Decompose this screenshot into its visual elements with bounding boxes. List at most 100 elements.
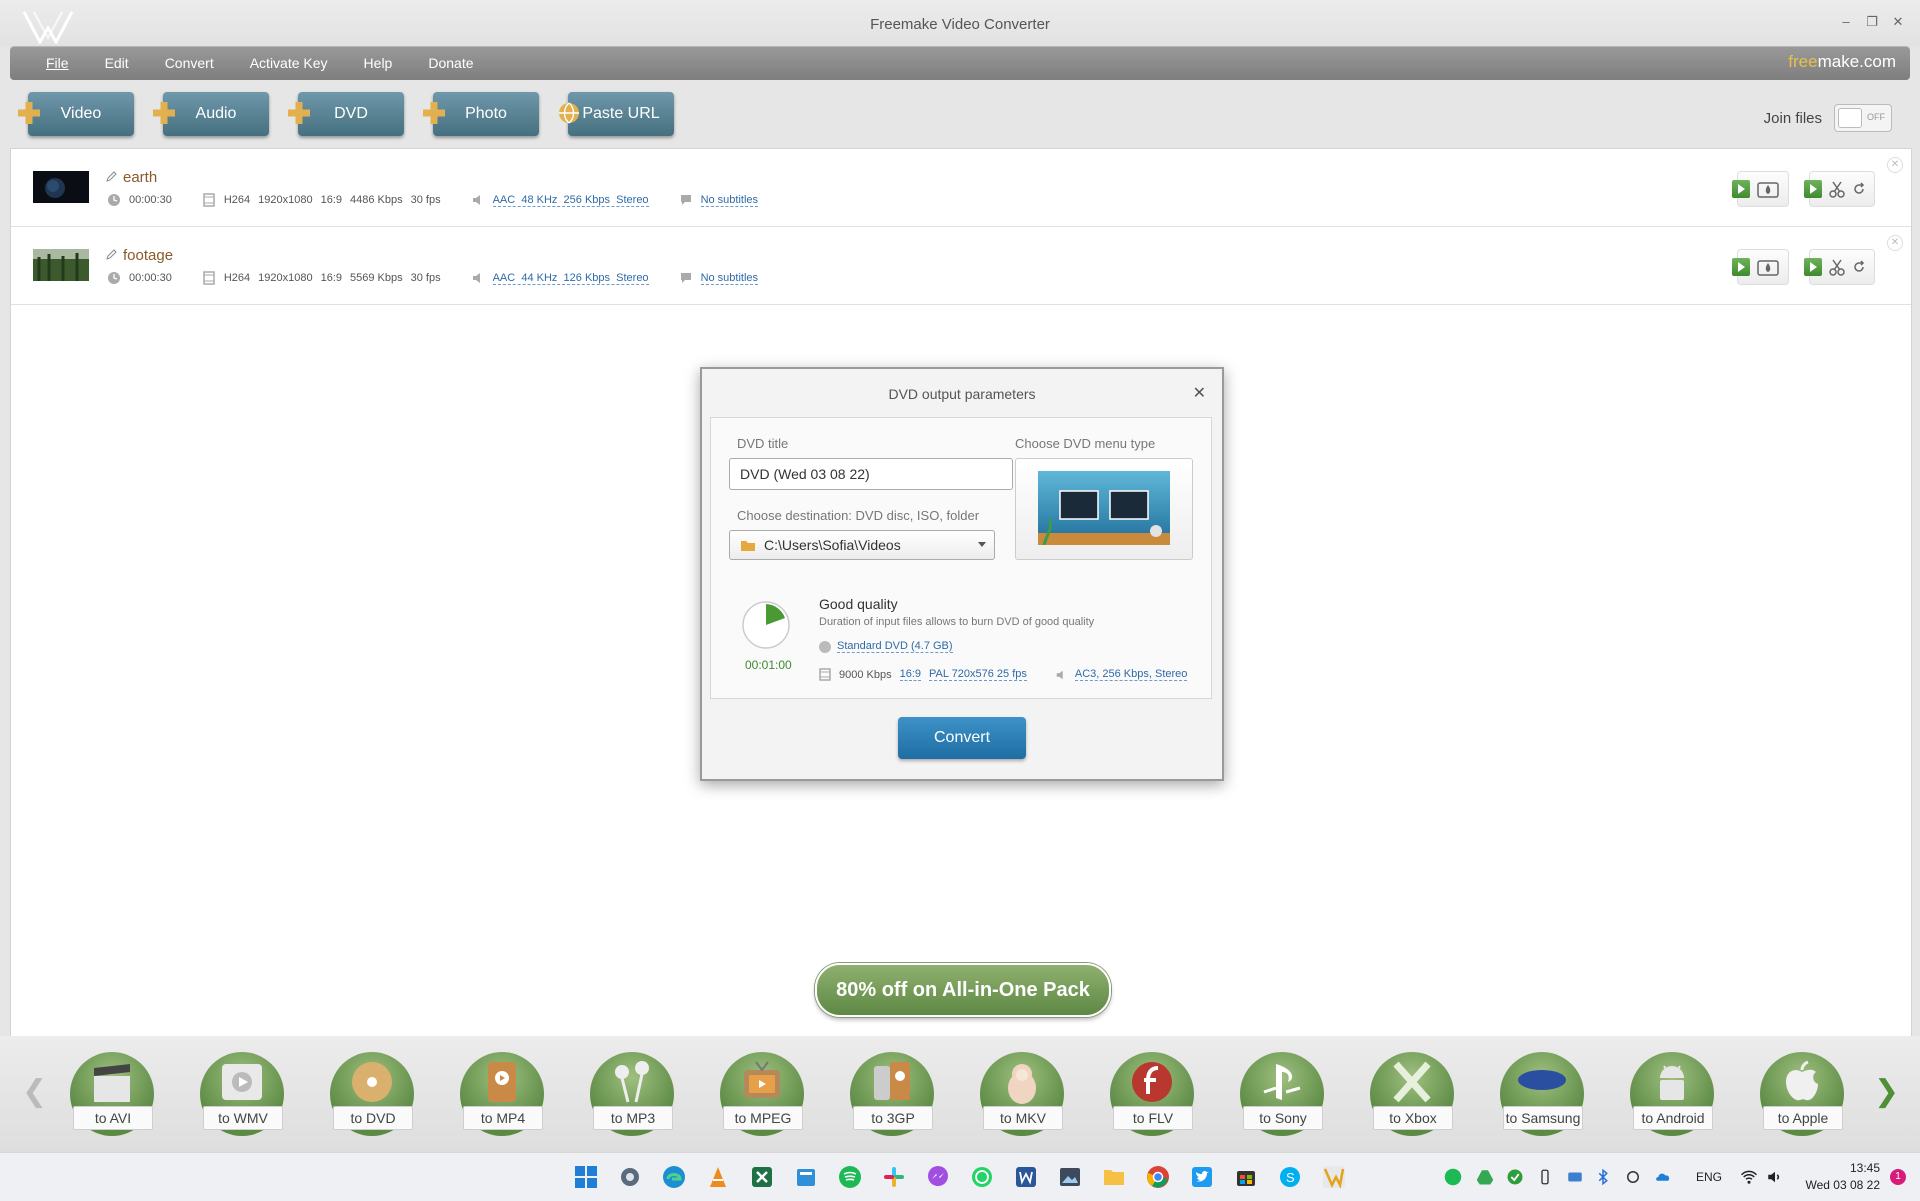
onedrive-tray-icon[interactable]: [1654, 1168, 1672, 1186]
file-name[interactable]: earth: [123, 169, 157, 186]
dialog-close-icon[interactable]: ✕: [1193, 383, 1206, 403]
image-viewer-icon[interactable]: [1058, 1165, 1082, 1189]
clock-date[interactable]: Wed 03 08 22: [1792, 1178, 1880, 1192]
chrome-icon[interactable]: [1146, 1165, 1170, 1189]
play-icon[interactable]: [1804, 180, 1822, 198]
restore-button[interactable]: ❐: [1864, 14, 1880, 30]
audio-track-link[interactable]: AAC 44 KHz 126 Kbps Stereo: [492, 272, 649, 285]
volume-icon[interactable]: [1766, 1168, 1784, 1186]
menu-edit[interactable]: Edit: [87, 46, 147, 80]
watermark-icon[interactable]: [1756, 179, 1780, 199]
excel-icon[interactable]: [750, 1165, 774, 1189]
convert-to-sony[interactable]: to Sony: [1240, 1052, 1324, 1138]
messenger-icon[interactable]: [926, 1165, 950, 1189]
windows-start-icon[interactable]: [574, 1165, 598, 1189]
pencil-icon[interactable]: [105, 249, 117, 261]
menu-activate-key[interactable]: Activate Key: [232, 46, 346, 80]
convert-button[interactable]: Convert: [898, 717, 1026, 759]
menu-donate[interactable]: Donate: [410, 46, 491, 80]
subtitles-link[interactable]: No subtitles: [700, 272, 759, 285]
convert-to-mpeg[interactable]: to MPEG: [720, 1052, 804, 1138]
convert-to-avi[interactable]: to AVI: [70, 1052, 154, 1138]
edit-group[interactable]: [1804, 249, 1875, 285]
word-icon[interactable]: [1014, 1165, 1038, 1189]
freemake-taskbar-icon[interactable]: [1322, 1165, 1346, 1189]
menu-convert[interactable]: Convert: [147, 46, 232, 80]
destination-select[interactable]: C:\Users\Sofia\Videos: [729, 530, 995, 560]
files-app-icon[interactable]: [794, 1165, 818, 1189]
settings-gear-icon[interactable]: [618, 1165, 642, 1189]
convert-to-wmv[interactable]: to WMV: [200, 1052, 284, 1138]
watermark-group[interactable]: [1732, 249, 1789, 285]
scissors-icon[interactable]: [1828, 180, 1846, 198]
check-tray-icon[interactable]: [1506, 1168, 1524, 1186]
pencil-icon[interactable]: [105, 171, 117, 183]
minimize-button[interactable]: –: [1838, 14, 1854, 30]
file-name[interactable]: footage: [123, 247, 173, 264]
dvd-title-input[interactable]: [729, 458, 1013, 490]
notification-badge[interactable]: 1: [1890, 1169, 1906, 1185]
add-audio-button[interactable]: Audio: [153, 92, 269, 136]
rotate-icon[interactable]: [1852, 182, 1866, 196]
remove-file-icon[interactable]: ✕: [1887, 157, 1903, 173]
bluetooth-icon[interactable]: [1594, 1168, 1612, 1186]
clock-time[interactable]: 13:45: [1824, 1161, 1880, 1175]
language-indicator[interactable]: ENG: [1696, 1170, 1722, 1184]
convert-to-mkv[interactable]: to MKV: [980, 1052, 1064, 1138]
output-audio-link[interactable]: AC3, 256 Kbps, Stereo: [1074, 668, 1188, 681]
slack-icon[interactable]: [882, 1165, 906, 1189]
watermark-icon[interactable]: [1756, 257, 1780, 277]
store-icon[interactable]: [1234, 1165, 1258, 1189]
promo-button[interactable]: 80% off on All-in-One Pack: [815, 963, 1111, 1017]
sync-tray-icon[interactable]: [1624, 1168, 1642, 1186]
add-video-button[interactable]: Video: [18, 92, 134, 136]
rotate-icon[interactable]: [1852, 260, 1866, 274]
file-row[interactable]: earth 00:00:30 H264 1920x1080 16:9 4486 …: [11, 149, 1911, 227]
add-dvd-button[interactable]: DVD: [288, 92, 404, 136]
file-explorer-icon[interactable]: [1102, 1165, 1126, 1189]
freemake-brand-link[interactable]: freemake.com: [1788, 52, 1896, 72]
play-icon[interactable]: [1804, 258, 1822, 276]
menu-help[interactable]: Help: [346, 46, 411, 80]
add-photo-button[interactable]: Photo: [423, 92, 539, 136]
edge-browser-icon[interactable]: [662, 1165, 686, 1189]
output-aspect-link[interactable]: 16:9: [899, 668, 922, 681]
network-tray-icon[interactable]: [1566, 1168, 1584, 1186]
convert-to-3gp[interactable]: to 3GP: [850, 1052, 934, 1138]
join-files-toggle[interactable]: OFF: [1834, 104, 1892, 132]
vlc-icon[interactable]: [706, 1165, 730, 1189]
scissors-icon[interactable]: [1828, 258, 1846, 276]
watermark-group[interactable]: [1732, 171, 1789, 207]
twitter-icon[interactable]: [1190, 1165, 1214, 1189]
file-row[interactable]: footage 00:00:30 H264 1920x1080 16:9 556…: [11, 227, 1911, 305]
subtitles-link[interactable]: No subtitles: [700, 194, 759, 207]
convert-to-flv[interactable]: to FLV: [1110, 1052, 1194, 1138]
wifi-icon[interactable]: [1740, 1168, 1758, 1186]
convert-to-xbox[interactable]: to Xbox: [1370, 1052, 1454, 1138]
spotify-icon[interactable]: [838, 1165, 862, 1189]
play-icon[interactable]: [1732, 180, 1750, 198]
usb-tray-icon[interactable]: [1536, 1168, 1554, 1186]
convert-to-dvd[interactable]: to DVD: [330, 1052, 414, 1138]
disc-type-link[interactable]: Standard DVD (4.7 GB): [837, 640, 953, 653]
skype-icon[interactable]: S: [1278, 1165, 1302, 1189]
convert-to-samsung[interactable]: to Samsung: [1500, 1052, 1584, 1138]
paste-url-button[interactable]: Paste URL: [559, 92, 674, 136]
convert-to-android[interactable]: to Android: [1630, 1052, 1714, 1138]
scroll-right-icon[interactable]: ❯: [1874, 1074, 1899, 1109]
audio-track-link[interactable]: AAC 48 KHz 256 Kbps Stereo: [492, 194, 649, 207]
play-icon[interactable]: [1732, 258, 1750, 276]
convert-to-mp4[interactable]: to MP4: [460, 1052, 544, 1138]
scroll-left-icon[interactable]: ❮: [22, 1074, 47, 1109]
close-window-button[interactable]: ✕: [1890, 14, 1906, 30]
menu-file[interactable]: File: [36, 46, 87, 80]
convert-to-mp3[interactable]: to MP3: [590, 1052, 674, 1138]
drive-tray-icon[interactable]: [1476, 1168, 1494, 1186]
edit-group[interactable]: [1804, 171, 1875, 207]
spotify-tray-icon[interactable]: [1444, 1168, 1462, 1186]
dvd-menu-type-selector[interactable]: [1015, 458, 1193, 560]
output-format-link[interactable]: PAL 720x576 25 fps: [929, 668, 1027, 681]
whatsapp-icon[interactable]: [970, 1165, 994, 1189]
remove-file-icon[interactable]: ✕: [1887, 235, 1903, 251]
convert-to-apple[interactable]: to Apple: [1760, 1052, 1844, 1138]
